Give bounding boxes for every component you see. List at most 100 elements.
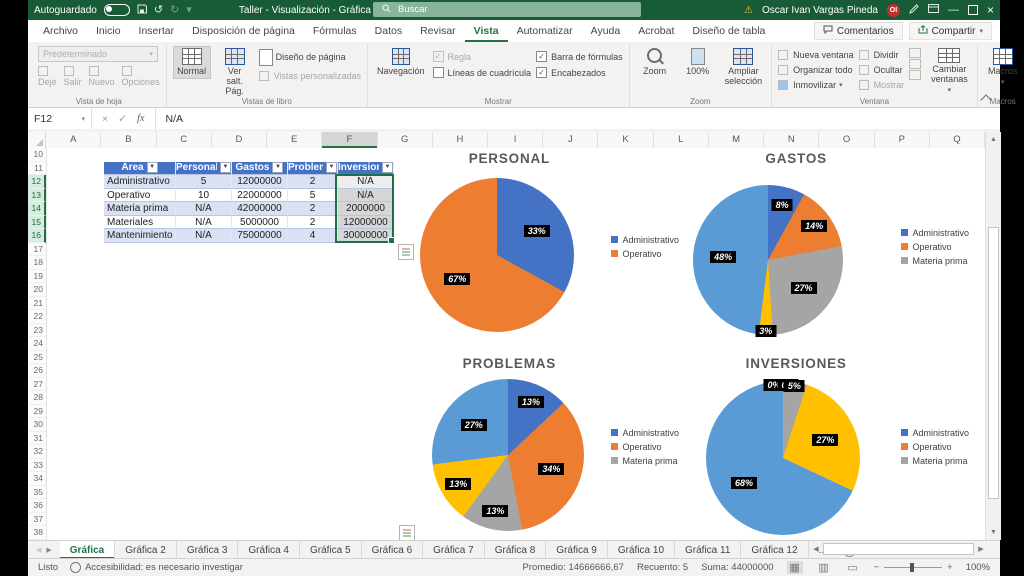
page-break-view-toggle[interactable]: ▭ <box>845 561 861 574</box>
cell[interactable]: N/A <box>176 216 232 230</box>
column-header-H[interactable]: H <box>433 132 488 148</box>
cell[interactable]: 42000000 <box>232 202 288 216</box>
hide-button[interactable]: Ocultar <box>859 63 905 77</box>
normal-view-button[interactable]: Normal <box>173 46 211 79</box>
fill-handle[interactable] <box>388 237 395 244</box>
share-button[interactable]: Compartir ▾ <box>909 22 992 40</box>
user-name[interactable]: Oscar Ivan Vargas Pineda <box>762 5 878 16</box>
chart-inversiones[interactable]: INVERSIONES 0%0%5%27%68% AdministrativoO… <box>690 353 985 540</box>
row-header-14[interactable]: 14 <box>28 202 46 216</box>
ribbon-tab-archivo[interactable]: Archivo <box>34 20 87 42</box>
insert-function-icon[interactable]: fx <box>137 113 145 124</box>
sheet-tab-gr-fica-7[interactable]: Gráfica 7 <box>423 541 485 559</box>
chart-problemas[interactable]: PROBLEMAS 13%34%13%13%27% Administrativo… <box>405 353 695 540</box>
zoom-knob[interactable] <box>910 563 914 572</box>
horizontal-scroll-thumb[interactable] <box>823 543 974 555</box>
chart-personal[interactable]: PERSONAL 33%67% AdministrativoOperativo <box>405 148 695 345</box>
column-header-P[interactable]: P <box>875 132 930 148</box>
comments-button[interactable]: Comentarios <box>814 22 903 40</box>
cell[interactable]: Operativo <box>104 189 176 203</box>
zoom-out-icon[interactable]: − <box>874 562 880 573</box>
ribbon-tab-f-rmulas[interactable]: Fórmulas <box>304 20 366 42</box>
sheet-tab-gr-fica-6[interactable]: Gráfica 6 <box>362 541 424 559</box>
filter-button[interactable]: ▼ <box>382 162 393 173</box>
row-header-34[interactable]: 34 <box>28 472 46 486</box>
row-header-30[interactable]: 30 <box>28 418 46 432</box>
filter-button[interactable]: ▼ <box>326 162 337 173</box>
undo-icon[interactable]: ↺ <box>154 5 163 16</box>
sheet-tab-gr-fica-8[interactable]: Gráfica 8 <box>485 541 547 559</box>
column-header-F[interactable]: F <box>322 132 377 148</box>
sheet-tab-gr-fica-5[interactable]: Gráfica 5 <box>300 541 362 559</box>
column-header-Q[interactable]: Q <box>930 132 985 148</box>
row-header-25[interactable]: 25 <box>28 351 46 365</box>
column-header-E[interactable]: E <box>267 132 322 148</box>
minimize-button[interactable]: — <box>948 5 959 16</box>
status-zoom-level[interactable]: 100% <box>966 562 990 573</box>
page-break-view-button[interactable]: Ver salt. Pág. <box>216 46 254 99</box>
row-header-12[interactable]: 12 <box>28 175 46 189</box>
ribbon-tab-ayuda[interactable]: Ayuda <box>582 20 630 42</box>
cell[interactable]: N/A <box>176 229 232 243</box>
sheet-tab-gr-fica-10[interactable]: Gráfica 10 <box>608 541 675 559</box>
ribbon-tab-vista[interactable]: Vista <box>465 20 508 42</box>
new-window-button[interactable]: Nueva ventana <box>778 48 854 62</box>
column-header-G[interactable]: G <box>378 132 433 148</box>
row-header-17[interactable]: 17 <box>28 243 46 257</box>
column-header-N[interactable]: N <box>764 132 819 148</box>
column-header-D[interactable]: D <box>212 132 267 148</box>
ribbon-tab-automatizar[interactable]: Automatizar <box>508 20 582 42</box>
row-header-19[interactable]: 19 <box>28 270 46 284</box>
row-header-21[interactable]: 21 <box>28 297 46 311</box>
cell[interactable]: Materia prima <box>104 202 176 216</box>
column-header-A[interactable]: A <box>46 132 101 148</box>
cell[interactable]: 22000000 <box>232 189 288 203</box>
column-header-O[interactable]: O <box>819 132 874 148</box>
filter-button[interactable]: ▼ <box>147 162 158 173</box>
column-header-B[interactable]: B <box>101 132 156 148</box>
row-header-33[interactable]: 33 <box>28 459 46 473</box>
vertical-scrollbar[interactable]: ▲ ▼ <box>985 132 1001 540</box>
ribbon-tab-acrobat[interactable]: Acrobat <box>629 20 683 42</box>
row-header-10[interactable]: 10 <box>28 148 46 162</box>
sheet-tab-gr-fica-3[interactable]: Gráfica 3 <box>177 541 239 559</box>
table-header-cell[interactable]: Personal▼ <box>176 162 232 176</box>
cell[interactable]: 4 <box>288 229 338 243</box>
cell[interactable]: 2 <box>288 175 338 189</box>
row-header-35[interactable]: 35 <box>28 486 46 500</box>
page-layout-view-toggle[interactable]: ▥ <box>816 561 832 574</box>
navigation-button[interactable]: Navegación <box>374 46 428 79</box>
row-header-26[interactable]: 26 <box>28 364 46 378</box>
headings-checkbox[interactable]: ✓ Encabezados <box>536 65 623 80</box>
row-header-15[interactable]: 15 <box>28 216 46 230</box>
cell[interactable]: 5000000 <box>232 216 288 230</box>
cell[interactable]: 12000000 <box>232 175 288 189</box>
row-header-24[interactable]: 24 <box>28 337 46 351</box>
row-header-31[interactable]: 31 <box>28 432 46 446</box>
column-header-L[interactable]: L <box>654 132 709 148</box>
table-header-cell[interactable]: Problemas▼ <box>288 162 338 176</box>
scroll-down-icon[interactable]: ▼ <box>986 525 1001 540</box>
save-icon[interactable] <box>137 4 147 17</box>
arrange-all-button[interactable]: Organizar todo <box>778 63 854 77</box>
sheet-tab-gr-fica[interactable]: Gráfica <box>60 541 115 559</box>
cell[interactable]: Materiales <box>104 216 176 230</box>
switch-windows-button[interactable]: Cambiar ventanas▾ <box>928 46 971 96</box>
column-header-C[interactable]: C <box>157 132 212 148</box>
column-header-K[interactable]: K <box>598 132 653 148</box>
scroll-up-icon[interactable]: ▲ <box>986 132 1001 147</box>
close-button[interactable]: × <box>987 3 994 17</box>
row-header-23[interactable]: 23 <box>28 324 46 338</box>
row-header-36[interactable]: 36 <box>28 499 46 513</box>
tab-scroll-right-icon[interactable]: ▶ <box>46 546 51 554</box>
cell[interactable]: Administrativo <box>104 175 176 189</box>
avatar[interactable]: OI <box>887 4 900 17</box>
sheet-tab-gr-fica-2[interactable]: Gráfica 2 <box>115 541 177 559</box>
pen-mode-icon[interactable] <box>909 4 919 17</box>
gridlines-checkbox[interactable]: ✓ Líneas de cuadrícula <box>433 65 532 80</box>
split-button[interactable]: Dividir <box>859 48 905 62</box>
row-header-22[interactable]: 22 <box>28 310 46 324</box>
table-header-cell[interactable]: Área▼ <box>104 162 176 176</box>
ribbon-tab-inicio[interactable]: Inicio <box>87 20 130 42</box>
row-header-20[interactable]: 20 <box>28 283 46 297</box>
